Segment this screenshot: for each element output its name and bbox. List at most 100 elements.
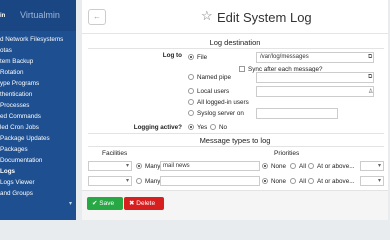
back-button[interactable]: ← xyxy=(88,9,106,25)
named-pipe-radio[interactable] xyxy=(188,74,194,80)
syslog-server-label: Syslog server on xyxy=(197,110,244,117)
divider xyxy=(88,146,384,147)
logging-no-option[interactable]: No xyxy=(210,124,227,131)
all-radio[interactable] xyxy=(290,163,296,169)
sidebar-item-label: tem Backup xyxy=(0,58,34,65)
syslog-server-option[interactable]: Syslog server on xyxy=(188,110,244,117)
facility-many-option[interactable]: Many xyxy=(136,163,160,170)
log-to-label: Log to xyxy=(162,52,182,59)
file-radio[interactable] xyxy=(188,54,194,60)
at-or-above-radio[interactable] xyxy=(308,163,314,169)
logging-yes-radio[interactable] xyxy=(188,124,194,130)
star-icon[interactable]: ☆ xyxy=(201,8,213,24)
many-radio[interactable] xyxy=(136,163,142,169)
all-users-label: All logged-in users xyxy=(197,99,249,106)
priority-none-option[interactable]: None xyxy=(262,178,286,185)
sidebar-item-label: thentication xyxy=(0,91,33,98)
priority-level-select[interactable] xyxy=(360,176,384,186)
facility-many-option[interactable]: Many xyxy=(136,178,160,185)
delete-button[interactable]: ✖ Delete xyxy=(124,197,164,210)
file-path-input[interactable]: /var/log/messages xyxy=(256,52,374,63)
sidebar-item-label: Documentation xyxy=(0,157,43,164)
named-pipe-option[interactable]: Named pipe xyxy=(188,74,231,81)
sidebar-item[interactable]: Documentation xyxy=(0,155,76,166)
facility-select[interactable] xyxy=(88,161,132,171)
all-radio[interactable] xyxy=(290,178,296,184)
sidebar-item-label: Packages xyxy=(0,146,28,153)
sidebar-item[interactable]: Processes xyxy=(0,100,76,111)
many-label: Many xyxy=(145,163,161,170)
sidebar-header: in Virtualmin xyxy=(0,0,76,31)
priority-level-select[interactable] xyxy=(360,161,384,171)
local-users-input[interactable] xyxy=(256,86,374,97)
priority-all-option[interactable]: All xyxy=(290,178,306,185)
facilities-header: Facilities xyxy=(102,150,128,157)
syslog-server-input[interactable] xyxy=(256,108,338,119)
sidebar-item[interactable]: otas xyxy=(0,45,76,56)
none-radio[interactable] xyxy=(262,178,268,184)
main-panel: ← ☆ Edit System Log Log destination Log … xyxy=(82,0,388,220)
facility-select[interactable] xyxy=(88,176,132,186)
pipe-chooser-icon[interactable]: ⧉ xyxy=(368,74,372,81)
chevron-down-icon: ▾ xyxy=(68,201,72,207)
sidebar-item-label: Package Updates xyxy=(0,135,50,142)
save-label: Save xyxy=(99,200,115,207)
logging-no-radio[interactable] xyxy=(210,124,216,130)
all-users-option[interactable]: All logged-in users xyxy=(188,99,249,106)
all-users-radio[interactable] xyxy=(188,99,194,105)
many-label: Many xyxy=(145,178,161,185)
sidebar-item[interactable]: Logs Viewer xyxy=(0,177,76,188)
sidebar-item[interactable]: Rotation xyxy=(0,67,76,78)
priority-all-option[interactable]: All xyxy=(290,163,306,170)
file-option[interactable]: File xyxy=(188,54,207,61)
none-label: None xyxy=(271,163,287,170)
sidebar-top-item[interactable]: in xyxy=(0,13,5,19)
sidebar-item-label: otas xyxy=(0,47,12,54)
sidebar-item[interactable]: Logs xyxy=(0,166,76,177)
many-facilities-input[interactable]: mail news xyxy=(160,161,260,171)
sidebar-item-label: and Groups xyxy=(0,190,33,197)
user-chooser-icon[interactable]: ♙ xyxy=(368,88,373,95)
delete-label: Delete xyxy=(136,200,156,207)
many-radio[interactable] xyxy=(136,178,142,184)
local-users-option[interactable]: Local users xyxy=(188,88,229,95)
save-button[interactable]: ✔ Save xyxy=(87,197,123,210)
all-label: All xyxy=(299,163,306,170)
priority-at-or-above-option[interactable]: At or above... xyxy=(308,163,354,170)
logging-no-label: No xyxy=(219,124,228,131)
logging-yes-option[interactable]: Yes xyxy=(188,124,207,131)
sync-checkbox[interactable] xyxy=(239,66,245,72)
page-header: ← ☆ Edit System Log xyxy=(82,0,388,34)
sidebar-item[interactable]: tem Backup xyxy=(0,56,76,67)
sidebar-item-label: Processes xyxy=(0,102,30,109)
sidebar-item[interactable]: ype Programs xyxy=(0,78,76,89)
many-facilities-input[interactable] xyxy=(160,176,260,186)
sidebar-item[interactable]: ▾ xyxy=(0,199,76,210)
named-pipe-label: Named pipe xyxy=(197,74,231,81)
none-radio[interactable] xyxy=(262,163,268,169)
sidebar-item[interactable]: led Cron Jobs xyxy=(0,122,76,133)
sidebar-item[interactable]: ed Commands xyxy=(0,111,76,122)
sidebar-item[interactable]: thentication xyxy=(0,89,76,100)
sidebar-item[interactable]: d Network Filesystems xyxy=(0,34,76,45)
priorities-header: Priorities xyxy=(274,150,300,157)
sidebar-item-label: ype Programs xyxy=(0,80,40,87)
at-or-above-radio[interactable] xyxy=(308,178,314,184)
priority-none-option[interactable]: None xyxy=(262,163,286,170)
named-pipe-input[interactable] xyxy=(256,72,374,83)
logging-active-label: Logging active? xyxy=(133,124,182,131)
priority-at-or-above-option[interactable]: At or above... xyxy=(308,178,354,185)
local-users-radio[interactable] xyxy=(188,88,194,94)
sidebar-item[interactable]: Packages xyxy=(0,144,76,155)
syslog-server-radio[interactable] xyxy=(188,110,194,116)
sidebar-item-label: Logs xyxy=(0,168,16,175)
page-title: Edit System Log xyxy=(217,10,312,25)
all-label: All xyxy=(299,178,306,185)
sidebar: in Virtualmin d Network Filesystems otas t… xyxy=(0,0,76,220)
sidebar-item-label: led Cron Jobs xyxy=(0,124,39,131)
sidebar-item[interactable]: Package Updates xyxy=(0,133,76,144)
file-chooser-icon[interactable]: ⧉ xyxy=(368,54,372,61)
local-users-label: Local users xyxy=(197,88,230,95)
sidebar-item[interactable]: and Groups xyxy=(0,188,76,199)
divider xyxy=(88,48,384,49)
